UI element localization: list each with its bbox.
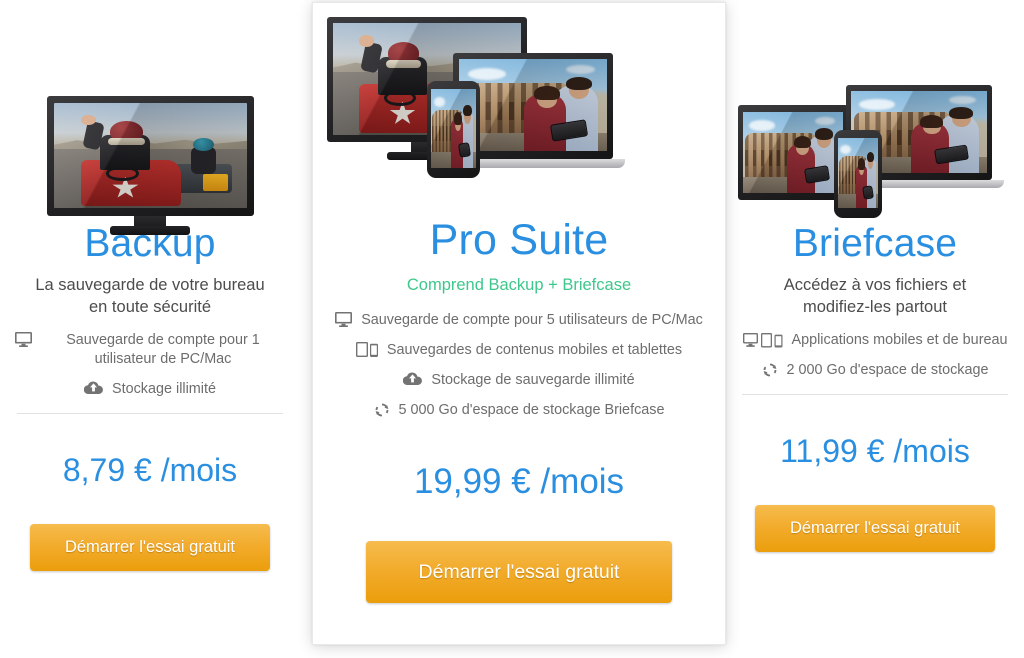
feature-text: Stockage de sauvegarde illimité [431,372,635,389]
photo-colosseum-couple [838,138,878,208]
feature-item: Sauvegardes de contenus mobiles et table… [313,341,725,360]
plan-feature-list: Applications mobiles et de bureau 2 000 … [726,331,1024,380]
plan-card-backup[interactable]: Backup La sauvegarde de votre bureau en … [0,0,300,658]
card-divider [17,412,283,414]
feature-text: 5 000 Go d'espace de stockage Briefcase [398,402,665,419]
start-free-trial-button[interactable]: Démarrer l'essai gratuit [755,504,995,552]
plan-feature-list: Sauvegarde de compte pour 1 utilisateur … [0,331,300,399]
card-divider [742,393,1008,395]
cloud-upload-icon [84,381,103,395]
tablet-device-image [738,105,848,200]
plan-tagline-line2: en toute sécurité [89,297,211,316]
feature-text: Sauvegarde de compte pour 5 utilisateurs… [361,312,703,328]
plan-hero-briefcase [726,0,1024,222]
plan-price: 8,79 € /mois [62,451,238,488]
sync-icon [762,362,778,378]
tablet-phone-icon [355,342,378,358]
monitor-tablet-phone-icon [742,332,783,348]
plan-subtitle: Comprend Backup + Briefcase [406,276,632,294]
plan-price: 19,99 € /mois [413,462,625,502]
photo-colosseum-couple [743,112,843,193]
feature-item: Stockage de sauvegarde illimité [313,371,725,390]
feature-text: 2 000 Go d'espace de stockage [786,361,989,378]
monitor-icon [15,331,32,347]
monitor-stand-base [110,226,190,235]
feature-item: Stockage illimité [0,380,300,399]
plan-tagline-line2: modifiez-les partout [803,297,947,316]
plan-title: Briefcase [792,222,958,265]
plan-price: 11,99 € /mois [780,432,970,469]
feature-item: Applications mobiles et de bureau [726,331,1024,350]
feature-item: Sauvegarde de compte pour 1 utilisateur … [0,331,300,369]
plan-feature-list: Sauvegarde de compte pour 5 utilisateurs… [313,311,725,420]
feature-text: Applications mobiles et de bureau [791,331,1008,348]
monitor-icon [335,312,353,327]
feature-text: Sauvegarde de compte pour 1 utilisateur … [66,331,260,367]
feature-text: Stockage illimité [112,380,216,397]
feature-item: Sauvegarde de compte pour 5 utilisateurs… [313,311,725,330]
plan-card-briefcase[interactable]: Briefcase Accédez à vos fichiers et modi… [726,0,1024,658]
sync-icon [374,402,390,418]
smartphone-device-image [427,81,480,178]
monitor-device-image [47,96,254,216]
plan-hero-pro-suite [313,3,725,215]
pricing-plans-page: Backup La sauvegarde de votre bureau en … [0,0,1024,658]
feature-item: 5 000 Go d'espace de stockage Briefcase [313,401,725,420]
photo-colosseum-couple [459,59,607,151]
plan-tagline-line1: La sauvegarde de votre bureau [35,276,265,294]
feature-item: 2 000 Go d'espace de stockage [726,361,1024,380]
plan-tagline: Accédez à vos fichiers et modifiez-les p… [749,275,1001,319]
plan-title: Pro Suite [429,216,609,264]
plan-hero-backup [0,0,300,235]
feature-text: Sauvegardes de contenus mobiles et table… [386,342,683,359]
start-free-trial-button[interactable]: Démarrer l'essai gratuit [30,523,270,571]
photo-colosseum-couple [431,89,476,168]
plan-card-pro-suite[interactable]: Pro Suite Comprend Backup + Briefcase Sa… [312,2,726,645]
photo-soapbox-derby [54,103,247,208]
start-free-trial-button[interactable]: Démarrer l'essai gratuit [366,541,672,604]
smartphone-device-image [834,130,882,218]
cloud-upload-icon [403,372,423,386]
plan-tagline: La sauvegarde de votre bureau en toute s… [24,275,276,319]
plan-tagline-line1: Accédez à vos fichiers et [783,276,967,294]
